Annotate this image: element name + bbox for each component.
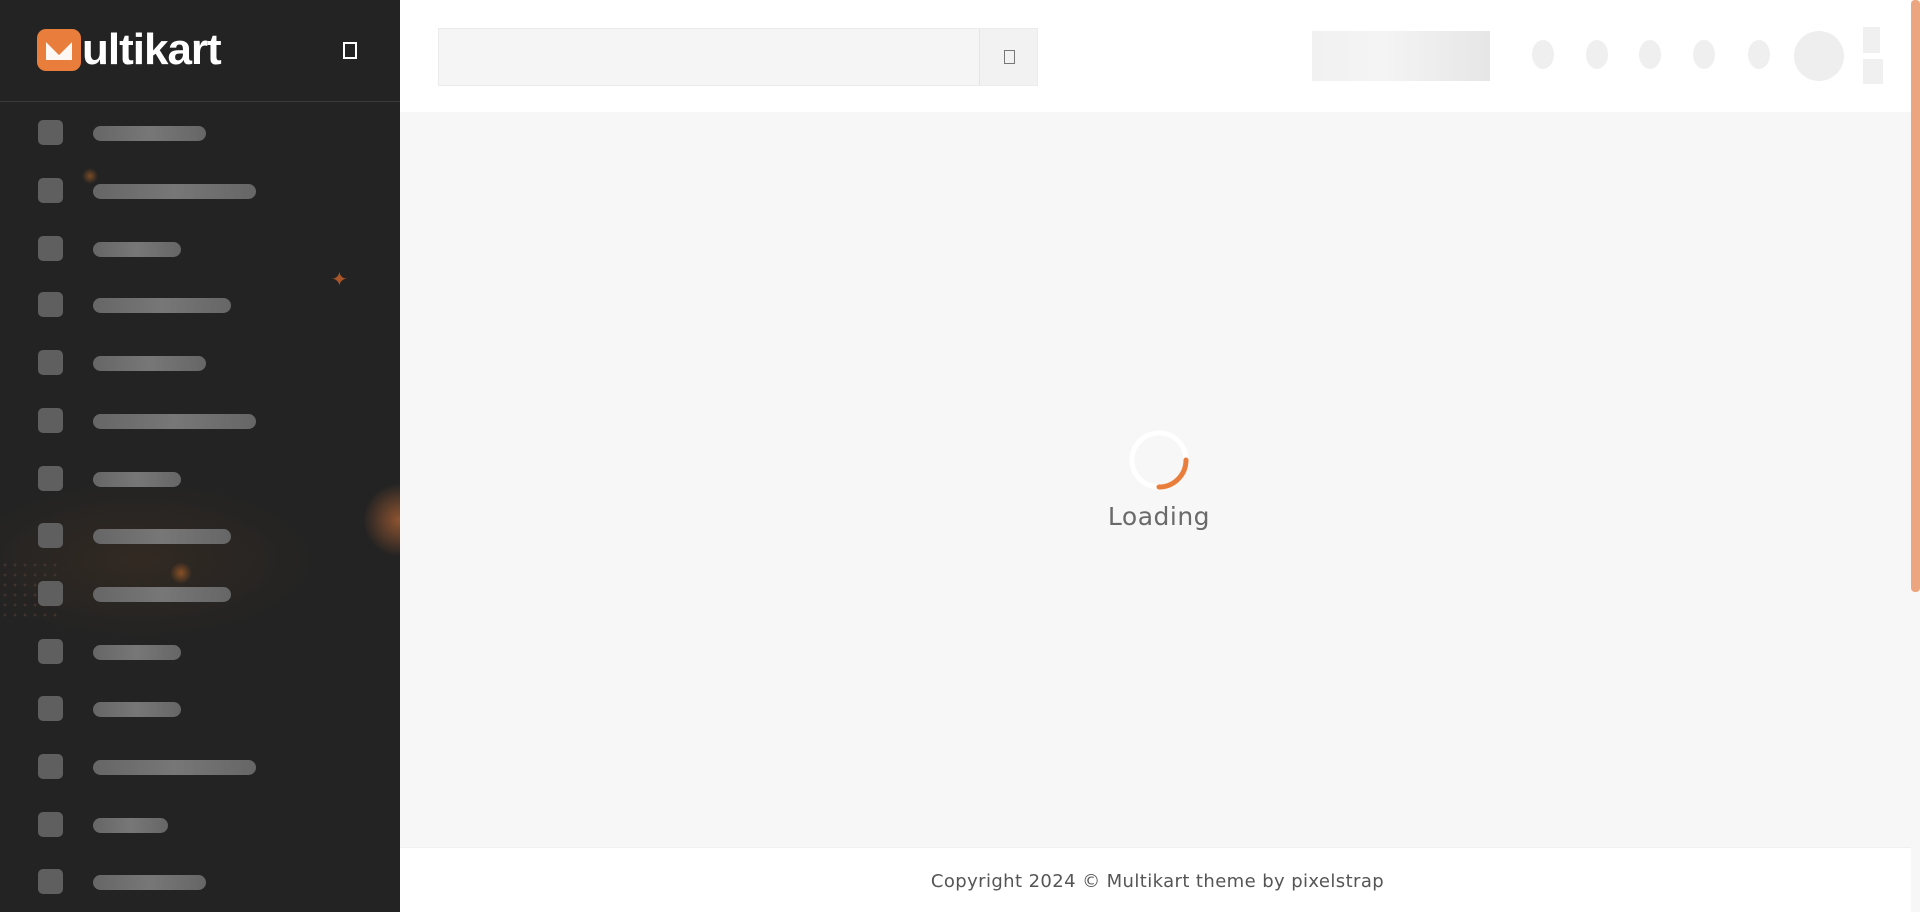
sidebar-item[interactable] bbox=[0, 696, 400, 736]
sidebar-item-label-placeholder bbox=[93, 242, 181, 257]
sidebar-item-icon bbox=[38, 120, 63, 145]
header-icon-placeholder[interactable] bbox=[1639, 40, 1661, 69]
logo-mark-icon bbox=[37, 29, 81, 71]
sidebar-item[interactable] bbox=[0, 523, 400, 563]
sidebar-item[interactable] bbox=[0, 408, 400, 448]
sidebar-item-label-placeholder bbox=[93, 529, 231, 544]
header-icon-placeholder[interactable] bbox=[1748, 40, 1770, 69]
sidebar-item-icon bbox=[38, 350, 63, 375]
menu-toggle-icon[interactable] bbox=[343, 42, 357, 59]
sidebar-item[interactable] bbox=[0, 350, 400, 390]
sidebar-item-icon bbox=[38, 754, 63, 779]
main-content: Loading bbox=[400, 112, 1915, 847]
header-icon-placeholder[interactable] bbox=[1586, 40, 1608, 69]
sidebar-item[interactable] bbox=[0, 754, 400, 794]
search-icon bbox=[1004, 50, 1015, 64]
sidebar-item-label-placeholder bbox=[93, 702, 181, 717]
sidebar-item[interactable] bbox=[0, 466, 400, 506]
scrollbar-thumb[interactable] bbox=[1911, 0, 1920, 592]
sidebar-item-icon bbox=[38, 812, 63, 837]
sidebar-item-icon bbox=[38, 236, 63, 261]
sidebar-item-label-placeholder bbox=[93, 472, 181, 487]
sidebar-item-icon bbox=[38, 869, 63, 894]
footer: Copyright 2024 © Multikart theme by pixe… bbox=[400, 847, 1915, 912]
sidebar-item-icon bbox=[38, 178, 63, 203]
sidebar-item-icon bbox=[38, 639, 63, 664]
profile-placeholder bbox=[1863, 27, 1880, 53]
sidebar-item-icon bbox=[38, 292, 63, 317]
sidebar-item-label-placeholder bbox=[93, 184, 256, 199]
sidebar-item[interactable] bbox=[0, 178, 400, 218]
sidebar-item[interactable] bbox=[0, 639, 400, 679]
sidebar-item[interactable] bbox=[0, 236, 400, 276]
header-placeholder-block bbox=[1312, 31, 1490, 81]
header-icon-placeholder[interactable] bbox=[1532, 40, 1554, 69]
sidebar-item-label-placeholder bbox=[93, 875, 206, 890]
logo-text: ultikart bbox=[82, 25, 222, 74]
sidebar-item-label-placeholder bbox=[93, 356, 206, 371]
avatar[interactable] bbox=[1794, 31, 1844, 81]
sidebar-item-label-placeholder bbox=[93, 414, 256, 429]
sidebar-item-label-placeholder bbox=[93, 818, 168, 833]
sidebar-item-icon bbox=[38, 408, 63, 433]
header bbox=[400, 0, 1920, 112]
loading-spinner-icon bbox=[1129, 430, 1189, 490]
sidebar-header: ultikart bbox=[0, 0, 400, 102]
loading-text: Loading bbox=[1107, 502, 1211, 531]
sidebar-item-label-placeholder bbox=[93, 126, 206, 141]
logo[interactable]: ultikart bbox=[37, 25, 222, 74]
header-icon-placeholder[interactable] bbox=[1693, 40, 1715, 69]
sidebar-item[interactable] bbox=[0, 869, 400, 909]
profile-placeholder bbox=[1863, 59, 1883, 84]
copyright-text: Copyright 2024 © Multikart theme by pixe… bbox=[930, 871, 1385, 892]
sidebar-item[interactable] bbox=[0, 812, 400, 852]
sidebar-item-icon bbox=[38, 466, 63, 491]
sidebar-item-label-placeholder bbox=[93, 587, 231, 602]
sidebar-item[interactable] bbox=[0, 292, 400, 332]
search-input[interactable] bbox=[438, 28, 1038, 86]
sidebar-item[interactable] bbox=[0, 581, 400, 621]
sidebar-item-icon bbox=[38, 523, 63, 548]
sidebar-item-icon bbox=[38, 581, 63, 606]
sidebar-item-icon bbox=[38, 696, 63, 721]
search-button[interactable] bbox=[979, 29, 1037, 85]
sidebar: ✦ ultikart bbox=[0, 0, 400, 912]
scrollbar[interactable] bbox=[1911, 0, 1920, 912]
sidebar-item-label-placeholder bbox=[93, 298, 231, 313]
sidebar-item-label-placeholder bbox=[93, 760, 256, 775]
sidebar-item[interactable] bbox=[0, 120, 400, 160]
sidebar-item-label-placeholder bbox=[93, 645, 181, 660]
